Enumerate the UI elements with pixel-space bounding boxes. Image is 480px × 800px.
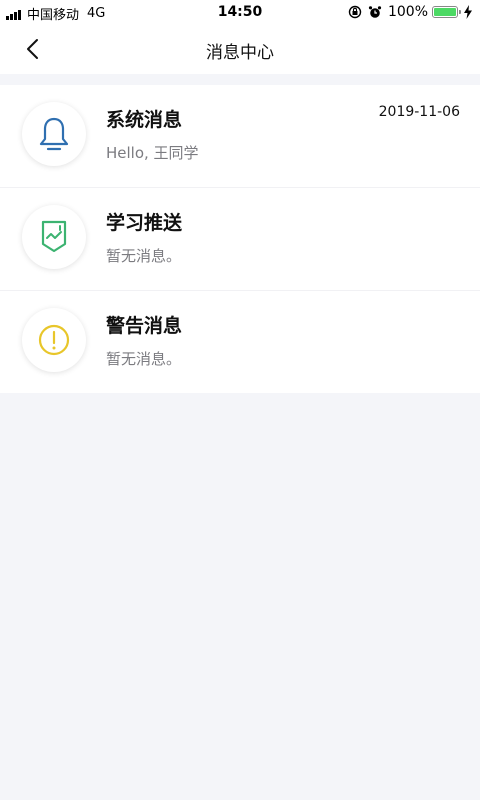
bell-icon [39, 117, 69, 151]
message-title: 学习推送 [106, 212, 183, 234]
message-title: 系统消息 [106, 109, 183, 131]
page-title: 消息中心 [206, 43, 274, 63]
message-item-warning[interactable]: 警告消息 暂无消息。 [0, 291, 480, 393]
study-push-icon [41, 220, 67, 253]
message-list: 系统消息 Hello, 王同学 2019-11-06 学习推送 暂无消息。 警告… [0, 85, 480, 393]
message-item-study-push[interactable]: 学习推送 暂无消息。 [0, 188, 480, 291]
battery-percent: 100% [387, 4, 428, 20]
warning-icon [38, 324, 70, 356]
rotation-lock-icon [348, 5, 362, 19]
message-preview: 暂无消息。 [106, 350, 182, 368]
battery-icon [432, 6, 461, 18]
message-title: 警告消息 [106, 315, 183, 337]
message-item-system[interactable]: 系统消息 Hello, 王同学 2019-11-06 [0, 85, 480, 188]
navigation-bar: 消息中心 [0, 24, 480, 74]
message-icon-container [22, 308, 86, 372]
status-bar-right: 100% [348, 4, 472, 20]
message-preview: 暂无消息。 [106, 247, 182, 265]
message-icon-container [22, 102, 86, 166]
message-date: 2019-11-06 [378, 104, 460, 120]
battery-fill [434, 8, 456, 16]
message-preview: Hello, 王同学 [106, 144, 199, 162]
charging-icon [464, 5, 472, 19]
battery-nub [459, 10, 461, 14]
message-icon-container [22, 205, 86, 269]
status-bar: 中国移动 4G 14:50 100% [0, 0, 480, 24]
alarm-icon [368, 5, 382, 19]
